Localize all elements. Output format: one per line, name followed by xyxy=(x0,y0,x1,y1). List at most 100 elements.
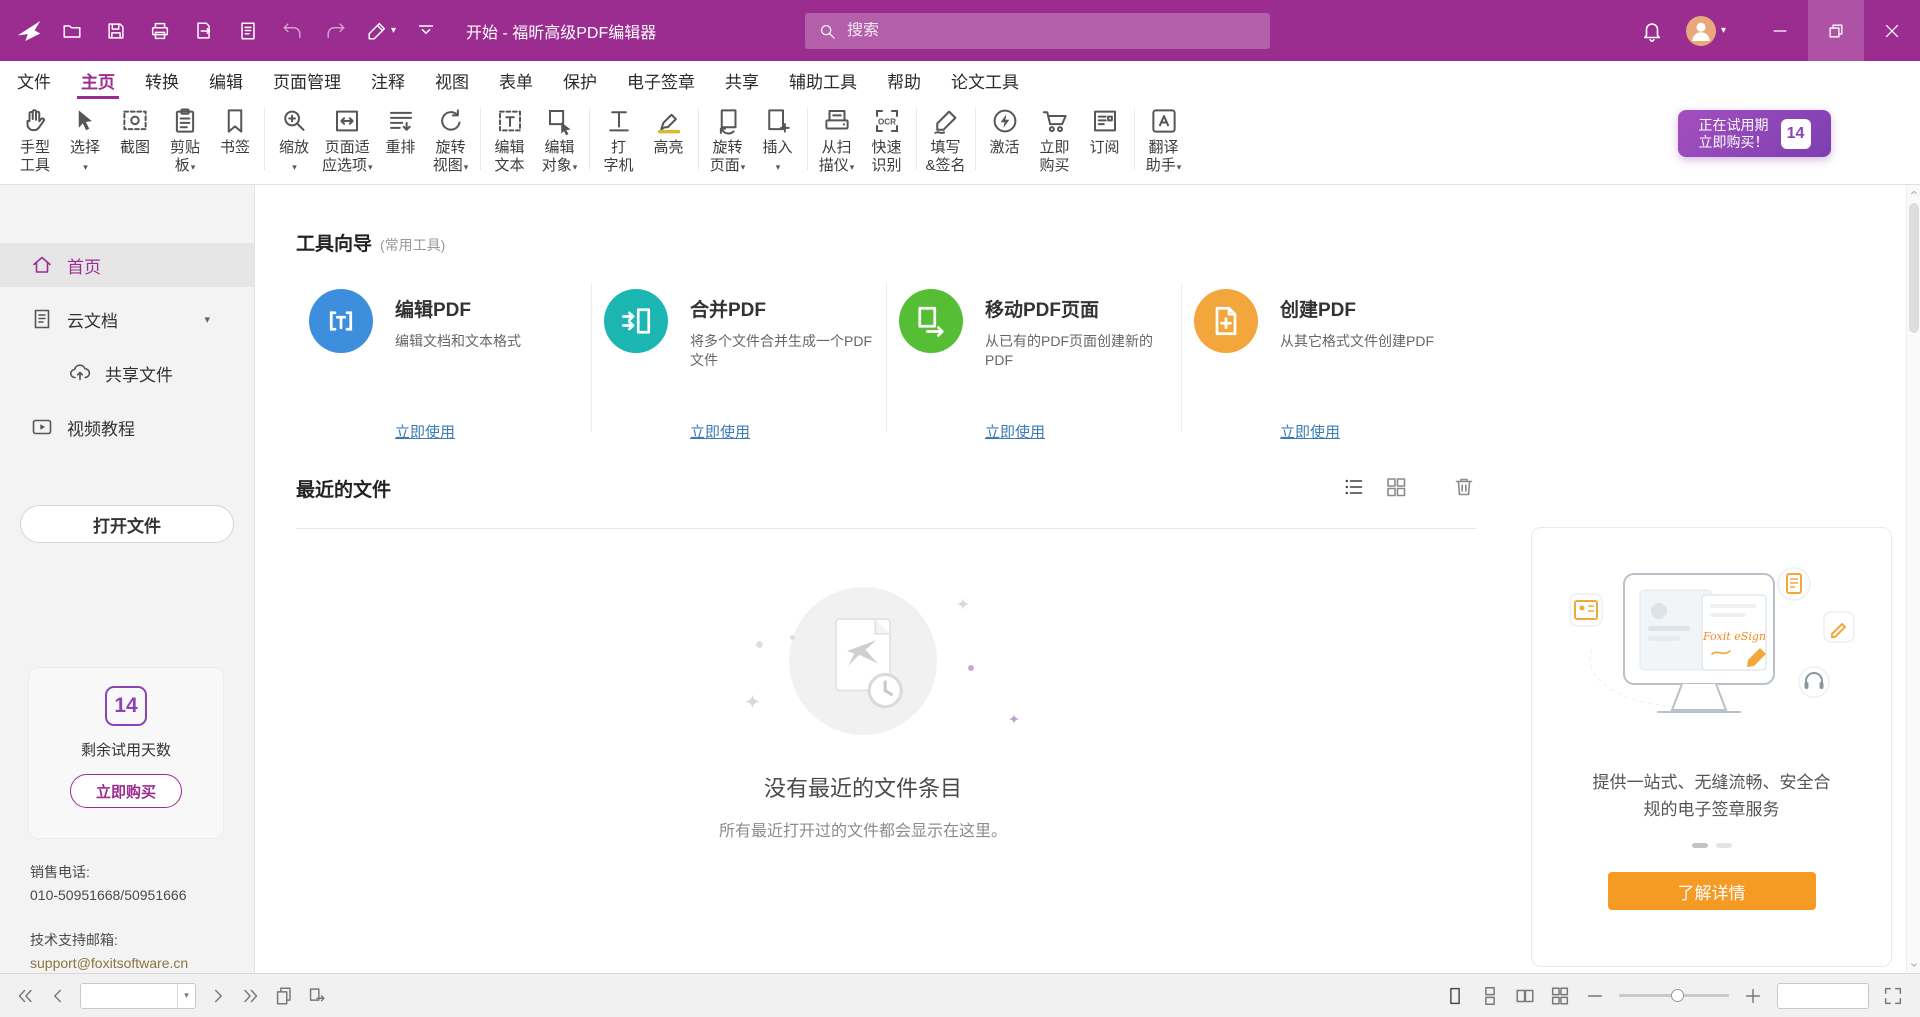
menu-tab-convert[interactable]: 转换 xyxy=(130,61,194,99)
list-view-icon[interactable] xyxy=(1342,475,1366,499)
continuous-mode-button[interactable] xyxy=(1479,985,1501,1007)
sidebar-item-cloud-docs[interactable]: 云文档▾ xyxy=(0,297,254,341)
tool-card-merge-pdf-use-link[interactable]: 立即使用 xyxy=(690,421,750,442)
menu-tab-share[interactable]: 共享 xyxy=(710,61,774,99)
open-file-button[interactable] xyxy=(54,13,90,49)
zoom-level-box[interactable] xyxy=(1777,983,1869,1009)
tool-card-move-pdf-pages-use-link[interactable]: 立即使用 xyxy=(985,421,1045,442)
last-page-button[interactable] xyxy=(240,985,262,1007)
page-number-box[interactable]: ▾ xyxy=(80,983,196,1009)
page-layout-icon-b[interactable] xyxy=(306,985,328,1007)
carousel-dot[interactable] xyxy=(1692,843,1708,848)
bell-icon[interactable] xyxy=(1640,19,1664,43)
ribbon-highlight-button[interactable]: 高亮 xyxy=(644,106,694,157)
menu-tab-view[interactable]: 视图 xyxy=(420,61,484,99)
single-page-mode-button[interactable] xyxy=(1444,985,1466,1007)
open-file-button[interactable]: 打开文件 xyxy=(20,505,234,543)
trash-icon[interactable] xyxy=(1452,475,1476,499)
scroll-down-icon[interactable] xyxy=(1907,957,1920,973)
ribbon-hand-tool-button[interactable]: 手型工具 xyxy=(10,106,60,175)
zoom-slider-thumb[interactable] xyxy=(1671,989,1684,1002)
tool-card-create-pdf[interactable]: 创建PDF从其它格式文件创建PDF立即使用 xyxy=(1181,275,1476,450)
close-button[interactable] xyxy=(1864,0,1920,61)
menu-tab-protect[interactable]: 保护 xyxy=(548,61,612,99)
ribbon-translate-button[interactable]: 翻译助手▾ xyxy=(1139,106,1189,176)
ribbon-insert-button[interactable]: 插入▾ xyxy=(753,106,803,176)
tool-card-edit-pdf[interactable]: 编辑PDF编辑文档和文本格式立即使用 xyxy=(296,275,591,450)
menu-tab-accessibility[interactable]: 辅助工具 xyxy=(774,61,872,99)
export-button[interactable] xyxy=(186,13,222,49)
menu-tab-comment[interactable]: 注释 xyxy=(356,61,420,99)
chevron-down-icon[interactable]: ▾ xyxy=(177,984,195,1008)
ribbon-reflow-button[interactable]: 重排 xyxy=(376,106,426,157)
ribbon-edit-text-button[interactable]: 编辑文本 xyxy=(485,106,535,175)
next-page-button[interactable] xyxy=(207,985,229,1007)
ribbon-from-scanner-button[interactable]: 从扫描仪▾ xyxy=(812,106,862,176)
fit-screen-button[interactable] xyxy=(1882,985,1904,1007)
zoom-out-button[interactable] xyxy=(1584,985,1606,1007)
zoom-slider[interactable] xyxy=(1619,994,1729,997)
undo-button[interactable] xyxy=(274,13,310,49)
ribbon-buy-now-button[interactable]: 立即购买 xyxy=(1030,106,1080,175)
trial-badge-button[interactable]: 正在试用期 立即购买！ 14 xyxy=(1678,110,1831,157)
vertical-scrollbar[interactable] xyxy=(1906,185,1920,973)
esign-button[interactable]: ▾ xyxy=(362,13,400,49)
ribbon-fill-sign-button[interactable]: 填写&签名 xyxy=(921,106,971,175)
menu-tab-file[interactable]: 文件 xyxy=(2,61,66,99)
save-button[interactable] xyxy=(98,13,134,49)
menu-tab-home[interactable]: 主页 xyxy=(66,61,130,99)
share-button[interactable] xyxy=(230,13,266,49)
tool-card-merge-pdf[interactable]: 合并PDF将多个文件合并生成一个PDF文件立即使用 xyxy=(591,275,886,450)
scrollbar-thumb[interactable] xyxy=(1909,203,1919,333)
tool-card-desc: 从其它格式文件创建PDF xyxy=(1280,332,1434,351)
tool-card-move-pdf-pages[interactable]: 移动PDF页面从已有的PDF页面创建新的PDF立即使用 xyxy=(886,275,1181,450)
prev-page-button[interactable] xyxy=(47,985,69,1007)
menu-tab-edit[interactable]: 编辑 xyxy=(194,61,258,99)
print-button[interactable] xyxy=(142,13,178,49)
restore-button[interactable] xyxy=(1808,0,1864,61)
menu-tab-form[interactable]: 表单 xyxy=(484,61,548,99)
ribbon-ocr-button[interactable]: OCR快速识别 xyxy=(862,106,912,175)
ribbon-snapshot-button[interactable]: 截图 xyxy=(110,106,160,157)
ribbon-bookmark-button[interactable]: 书签 xyxy=(210,106,260,157)
search-box[interactable] xyxy=(805,13,1270,49)
menu-tab-paper-tools[interactable]: 论文工具 xyxy=(936,61,1034,99)
zoom-level-input[interactable] xyxy=(1778,984,1868,1008)
ribbon-clipboard-button[interactable]: 剪贴板▾ xyxy=(160,106,210,176)
menu-tab-help[interactable]: 帮助 xyxy=(872,61,936,99)
page-layout-icon-a[interactable] xyxy=(273,985,295,1007)
ribbon-typewriter-button[interactable]: 打字机 xyxy=(594,106,644,175)
first-page-button[interactable] xyxy=(14,985,36,1007)
tools-section-header: 工具向导 (常用工具) xyxy=(296,229,445,256)
buy-now-button[interactable]: 立即购买 xyxy=(70,774,182,808)
tool-card-create-pdf-use-link[interactable]: 立即使用 xyxy=(1280,421,1340,442)
zoom-in-button[interactable] xyxy=(1742,985,1764,1007)
page-number-input[interactable] xyxy=(81,988,177,1004)
ribbon-zoom-button[interactable]: 缩放▾ xyxy=(269,106,319,176)
tool-card-edit-pdf-use-link[interactable]: 立即使用 xyxy=(395,421,455,442)
sidebar-item-shared-files[interactable]: 共享文件 xyxy=(0,351,254,395)
learn-more-button[interactable]: 了解详情 xyxy=(1608,872,1816,910)
carousel-dot[interactable] xyxy=(1716,843,1732,848)
sidebar-item-video-tutorials[interactable]: 视频教程 xyxy=(0,405,254,449)
ribbon-rotate-pages-button[interactable]: 旋转页面▾ xyxy=(703,106,753,176)
ribbon-rotate-view-button[interactable]: 旋转视图▾ xyxy=(426,106,476,176)
scroll-up-icon[interactable] xyxy=(1907,185,1920,201)
sidebar-item-home[interactable]: 首页 xyxy=(0,243,254,287)
ribbon-select-button[interactable]: 选择▾ xyxy=(60,106,110,176)
ribbon-fit-options-button[interactable]: 页面适应选项▾ xyxy=(319,106,376,176)
redo-button[interactable] xyxy=(318,13,354,49)
minimize-button[interactable] xyxy=(1752,0,1808,61)
ribbon-edit-object-button[interactable]: 编辑对象▾ xyxy=(535,106,585,176)
account-menu[interactable]: ▾ xyxy=(1686,16,1726,46)
menu-tab-esign[interactable]: 电子签章 xyxy=(612,61,710,99)
hide-toolbar-button[interactable] xyxy=(408,13,444,49)
search-input[interactable] xyxy=(847,22,1258,40)
grid-view-icon[interactable] xyxy=(1384,475,1408,499)
ribbon-subscribe-button[interactable]: 订阅 xyxy=(1080,106,1130,157)
menu-tab-organize[interactable]: 页面管理 xyxy=(258,61,356,99)
support-email-link[interactable]: support@foxitsoftware.cn xyxy=(30,952,188,975)
facing-mode-button[interactable] xyxy=(1514,985,1536,1007)
continuous-facing-mode-button[interactable] xyxy=(1549,985,1571,1007)
ribbon-activate-button[interactable]: 激活 xyxy=(980,106,1030,157)
